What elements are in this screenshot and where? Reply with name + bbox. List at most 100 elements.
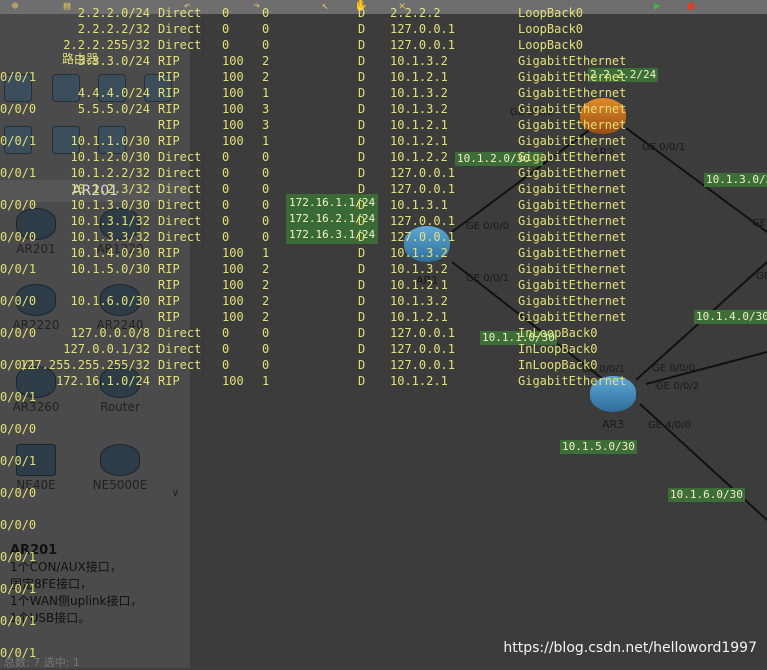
route-nexthop: 10.1.2.2 [390, 150, 448, 164]
route-pre: 100 [222, 294, 244, 308]
route-dest: 4.4.4.0/24 [77, 86, 150, 100]
link-label: 10.1.5.0/30 [560, 440, 637, 454]
route-flags: D [358, 118, 366, 132]
route-pre: 0 [222, 326, 230, 340]
route-row: 172.16.1.0/24 RIP 100 1 D 10.1.2.1 GigabitEthe… [0, 374, 767, 390]
route-nexthop: 10.1.2.1 [390, 70, 448, 84]
route-pre: 100 [222, 374, 244, 388]
route-proto: RIP [158, 134, 180, 148]
route-row: 10.1.2.3/32 Direct 0 0 D 127.0.0.1 GigabitEthe… [0, 182, 767, 198]
route-dest: 2.2.2.2/32 [77, 22, 150, 36]
route-flags: D [358, 6, 366, 20]
route-pre: 0 [222, 358, 230, 372]
route-flags: D [358, 22, 366, 36]
interface-label: 0/0/0 [0, 422, 37, 436]
route-row: 3.3.3.0/24 RIP 100 2 D 10.1.3.2 GigabitEtherne… [0, 54, 767, 70]
route-row: 10.1.1.0/30 RIP 100 1 D 10.1.2.1 GigabitEthern… [0, 134, 767, 150]
route-flags: D [358, 358, 366, 372]
route-row: 10.1.3.1/32 Direct 0 0 D 127.0.0.1 GigabitEthe… [0, 214, 767, 230]
route-proto: RIP [158, 374, 180, 388]
route-proto: Direct [158, 214, 202, 228]
route-row: 10.1.2.0/30 Direct 0 0 D 10.1.2.2 GigabitEther… [0, 150, 767, 166]
route-iface: GigabitEthernet [518, 310, 627, 324]
route-row: 5.5.5.0/24 RIP 100 3 D 10.1.3.2 GigabitEtherne… [0, 102, 767, 118]
route-iface: InLoopBack0 [518, 326, 598, 340]
route-nexthop: 127.0.0.1 [390, 342, 456, 356]
route-flags: D [358, 150, 366, 164]
route-cost: 0 [262, 38, 270, 52]
route-pre: 100 [222, 54, 244, 68]
route-nexthop: 10.1.2.1 [390, 134, 448, 148]
route-cost: 1 [262, 86, 270, 100]
route-iface: GigabitEthernet [518, 166, 627, 180]
route-flags: D [358, 310, 366, 324]
route-iface: LoopBack0 [518, 6, 584, 20]
route-proto: Direct [158, 150, 202, 164]
route-proto: Direct [158, 326, 202, 340]
route-dest: 10.1.4.0/30 [70, 246, 150, 260]
route-flags: D [358, 182, 366, 196]
interface-label: 0/0/1 [0, 614, 37, 628]
route-row: 10.1.3.3/32 Direct 0 0 D 127.0.0.1 GigabitEthe… [0, 230, 767, 246]
route-pre: 100 [222, 262, 244, 276]
route-proto: RIP [158, 118, 180, 132]
route-row: 10.1.3.0/30 Direct 0 0 D 10.1.3.1 GigabitEther… [0, 198, 767, 214]
route-iface: GigabitEthernet [518, 150, 627, 164]
route-nexthop: 127.0.0.1 [390, 326, 456, 340]
route-cost: 0 [262, 166, 270, 180]
port-label: GE 4/0/0 [648, 420, 692, 431]
route-pre: 0 [222, 22, 230, 36]
route-proto: RIP [158, 278, 180, 292]
interface-label: 0/0/0 [0, 486, 37, 500]
route-flags: D [358, 246, 366, 260]
route-cost: 0 [262, 6, 270, 20]
route-nexthop: 10.1.3.2 [390, 294, 448, 308]
link-label: 10.1.6.0/30 [668, 488, 745, 502]
route-pre: 0 [222, 342, 230, 356]
interface-label: 0/0/1 [0, 582, 37, 596]
route-proto: RIP [158, 262, 180, 276]
route-row: 127.0.0.1/32 Direct 0 0 D 127.0.0.1 InLoopBack… [0, 342, 767, 358]
route-row: RIP 100 3 D 10.1.2.1 GigabitEthernet [0, 118, 767, 134]
route-nexthop: 127.0.0.1 [390, 182, 456, 196]
interface-label: 0/0/1 [0, 454, 37, 468]
route-proto: RIP [158, 70, 180, 84]
route-pre: 100 [222, 278, 244, 292]
interface-label: 0/0/1 [0, 550, 37, 564]
route-row: 127.255.255.255/32 Direct 0 0 D 127.0.0.1 InLo… [0, 358, 767, 374]
route-flags: D [358, 198, 366, 212]
route-flags: D [358, 86, 366, 100]
route-iface: GigabitEthernet [518, 294, 627, 308]
route-proto: Direct [158, 342, 202, 356]
route-iface: GigabitEthernet [518, 262, 627, 276]
route-cost: 0 [262, 22, 270, 36]
route-cost: 0 [262, 214, 270, 228]
route-flags: D [358, 214, 366, 228]
route-dest: 3.3.3.0/24 [77, 54, 150, 68]
route-nexthop: 10.1.2.1 [390, 374, 448, 388]
route-row: 10.1.6.0/30 RIP 100 2 D 10.1.3.2 GigabitEthern… [0, 294, 767, 310]
route-pre: 100 [222, 246, 244, 260]
route-iface: GigabitEthernet [518, 70, 627, 84]
route-nexthop: 127.0.0.1 [390, 214, 456, 228]
route-iface: InLoopBack0 [518, 342, 598, 356]
route-flags: D [358, 134, 366, 148]
route-iface: GigabitEthernet [518, 214, 627, 228]
route-flags: D [358, 278, 366, 292]
route-nexthop: 10.1.2.1 [390, 278, 448, 292]
route-flags: D [358, 230, 366, 244]
route-proto: Direct [158, 358, 202, 372]
route-proto: Direct [158, 6, 202, 20]
route-pre: 0 [222, 6, 230, 20]
route-dest: 10.1.2.3/32 [70, 182, 150, 196]
route-proto: Direct [158, 230, 202, 244]
node-label-ar3: AR3 [602, 418, 625, 431]
route-dest: 10.1.3.0/30 [70, 198, 150, 212]
route-dest: 10.1.2.0/30 [70, 150, 150, 164]
route-pre: 0 [222, 182, 230, 196]
route-row: 4.4.4.0/24 RIP 100 1 D 10.1.3.2 GigabitEtherne… [0, 86, 767, 102]
route-dest: 127.0.0.0/8 [70, 326, 150, 340]
route-iface: LoopBack0 [518, 22, 584, 36]
route-iface: GigabitEthernet [518, 102, 627, 116]
route-flags: D [358, 70, 366, 84]
